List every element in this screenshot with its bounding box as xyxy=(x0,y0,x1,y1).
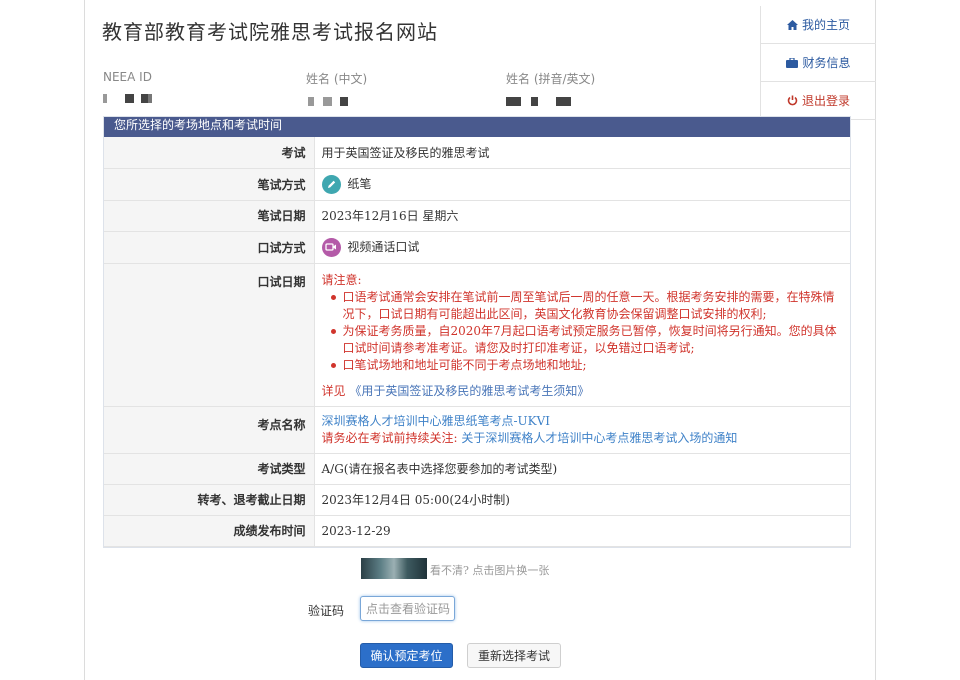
table-row: 考点名称 深圳赛格人才培训中心雅思纸笔考点-UKVI 请务必在考试前持续关注: … xyxy=(104,406,851,454)
table-row: 笔试方式 纸笔 xyxy=(104,168,850,201)
name-en-field: 姓名 (拼音/英文) xyxy=(506,70,595,107)
speaking-mode-text: 视频通话口试 xyxy=(347,239,420,254)
row-key: 笔试方式 xyxy=(104,168,315,201)
neea-id-field: NEEA ID xyxy=(103,70,152,104)
exam-detail-panel: 您所选择的考场地点和考试时间 考试 用于英国签证及移民的雅思考试 笔试方式 纸笔… xyxy=(103,116,851,548)
notice-title: 请注意: xyxy=(321,272,362,287)
row-value: 2023年12月16日 星期六 xyxy=(314,200,850,232)
nav-finance-label: 财务信息 xyxy=(802,56,851,70)
table-row: 口试日期 请注意: 口语考试通常会安排在笔试前一周至笔试后一周的任意一天。根据考… xyxy=(104,263,851,407)
table-row: 笔试日期 2023年12月16日 星期六 xyxy=(104,200,850,232)
name-cn-label: 姓名 (中文) xyxy=(306,72,368,86)
row-key: 考试 xyxy=(104,137,315,169)
list-item: 为保证考务质量，自2020年7月起口语考试预定服务已暂停，恢复时间将另行通知。您… xyxy=(330,323,851,357)
panel-title: 您所选择的考场地点和考试时间 xyxy=(104,117,850,137)
home-icon xyxy=(786,19,798,30)
name-cn-masked xyxy=(306,97,367,107)
captcha-image[interactable] xyxy=(361,558,427,579)
name-cn-field: 姓名 (中文) xyxy=(306,70,367,107)
venue-warn-prefix: 请务必在考试前持续关注: xyxy=(321,430,458,445)
venue-name-link[interactable]: 深圳赛格人才培训中心雅思纸笔考点-UKVI xyxy=(322,414,551,428)
row-key: 考试类型 xyxy=(104,453,315,485)
venue-entry-notice-link[interactable]: 关于深圳赛格人才培训中心考点雅思考试入场的通知 xyxy=(461,431,737,445)
captcha-label: 验证码 xyxy=(308,604,345,618)
video-camera-icon xyxy=(321,237,341,257)
table-row: 考试 用于英国签证及移民的雅思考试 xyxy=(104,137,850,169)
list-item: 口笔试场地和地址可能不同于考点场地和地址; xyxy=(330,357,851,374)
nav-home-link[interactable]: 我的主页 xyxy=(760,6,876,44)
row-value: A/G(请在报名表中选择您要参加的考试类型) xyxy=(314,453,850,485)
row-value: 2023年12月4日 05:00(24小时制) xyxy=(314,484,850,516)
speaking-date-notice: 请注意: 口语考试通常会安排在笔试前一周至笔试后一周的任意一天。根据考务安排的需… xyxy=(322,264,851,406)
pencil-icon xyxy=(321,174,341,194)
row-key: 成绩发布时间 xyxy=(104,515,315,547)
row-key: 口试日期 xyxy=(104,263,315,407)
row-value: 深圳赛格人才培训中心雅思纸笔考点-UKVI 请务必在考试前持续关注: 关于深圳赛… xyxy=(314,406,851,454)
table-row: 考试类型 A/G(请在报名表中选择您要参加的考试类型) xyxy=(104,453,850,485)
captcha-input[interactable] xyxy=(360,596,455,621)
row-value: 用于英国签证及移民的雅思考试 xyxy=(314,137,850,169)
exam-detail-table: 考试 用于英国签证及移民的雅思考试 笔试方式 纸笔 笔试日期 2023年12月1… xyxy=(104,137,850,547)
row-key: 口试方式 xyxy=(104,231,315,264)
row-value: 2023-12-29 xyxy=(314,515,850,547)
reselect-exam-button[interactable]: 重新选择考试 xyxy=(467,643,561,668)
row-value: 请注意: 口语考试通常会安排在笔试前一周至笔试后一周的任意一天。根据考务安排的需… xyxy=(314,263,851,407)
candidate-notice-link[interactable]: 《用于英国签证及移民的雅思考试考生须知》 xyxy=(349,384,589,398)
table-row: 口试方式 视频通话口试 xyxy=(104,231,850,264)
table-row: 转考、退考截止日期 2023年12月4日 05:00(24小时制) xyxy=(104,484,850,516)
venue-warning: 请务必在考试前持续关注: 关于深圳赛格人才培训中心考点雅思考试入场的通知 xyxy=(322,430,851,447)
row-key: 转考、退考截止日期 xyxy=(104,484,315,516)
name-en-label: 姓名 (拼音/英文) xyxy=(506,72,596,86)
confirm-booking-button[interactable]: 确认预定考位 xyxy=(360,643,453,668)
row-value: 视频通话口试 xyxy=(314,231,850,264)
notice-more: 详见 《用于英国签证及移民的雅思考试考生须知》 xyxy=(322,383,851,400)
more-prefix: 详见 xyxy=(321,383,346,398)
list-item: 口语考试通常会安排在笔试前一周至笔试后一周的任意一天。根据考务安排的需要，在特殊… xyxy=(330,289,851,323)
written-mode-text: 纸笔 xyxy=(347,176,372,191)
row-key: 笔试日期 xyxy=(104,200,315,232)
site-title: 教育部教育考试院雅思考试报名网站 xyxy=(102,20,438,44)
user-info: NEEA ID 姓名 (中文) 姓名 (拼音/英文) xyxy=(0,70,960,110)
nav-home-label: 我的主页 xyxy=(801,18,850,32)
venue-info: 深圳赛格人才培训中心雅思纸笔考点-UKVI 请务必在考试前持续关注: 关于深圳赛… xyxy=(322,407,851,453)
row-key: 考点名称 xyxy=(104,406,315,454)
neea-id-masked xyxy=(103,94,152,104)
row-value: 纸笔 xyxy=(314,168,850,201)
captcha-refresh-hint[interactable]: 看不清? 点击图片换一张 xyxy=(430,562,549,578)
name-en-masked xyxy=(506,97,595,107)
briefcase-icon xyxy=(786,57,799,68)
neea-id-label: NEEA ID xyxy=(103,70,152,84)
notice-list: 口语考试通常会安排在笔试前一周至笔试后一周的任意一天。根据考务安排的需要，在特殊… xyxy=(330,289,851,374)
table-row: 成绩发布时间 2023-12-29 xyxy=(104,515,850,547)
